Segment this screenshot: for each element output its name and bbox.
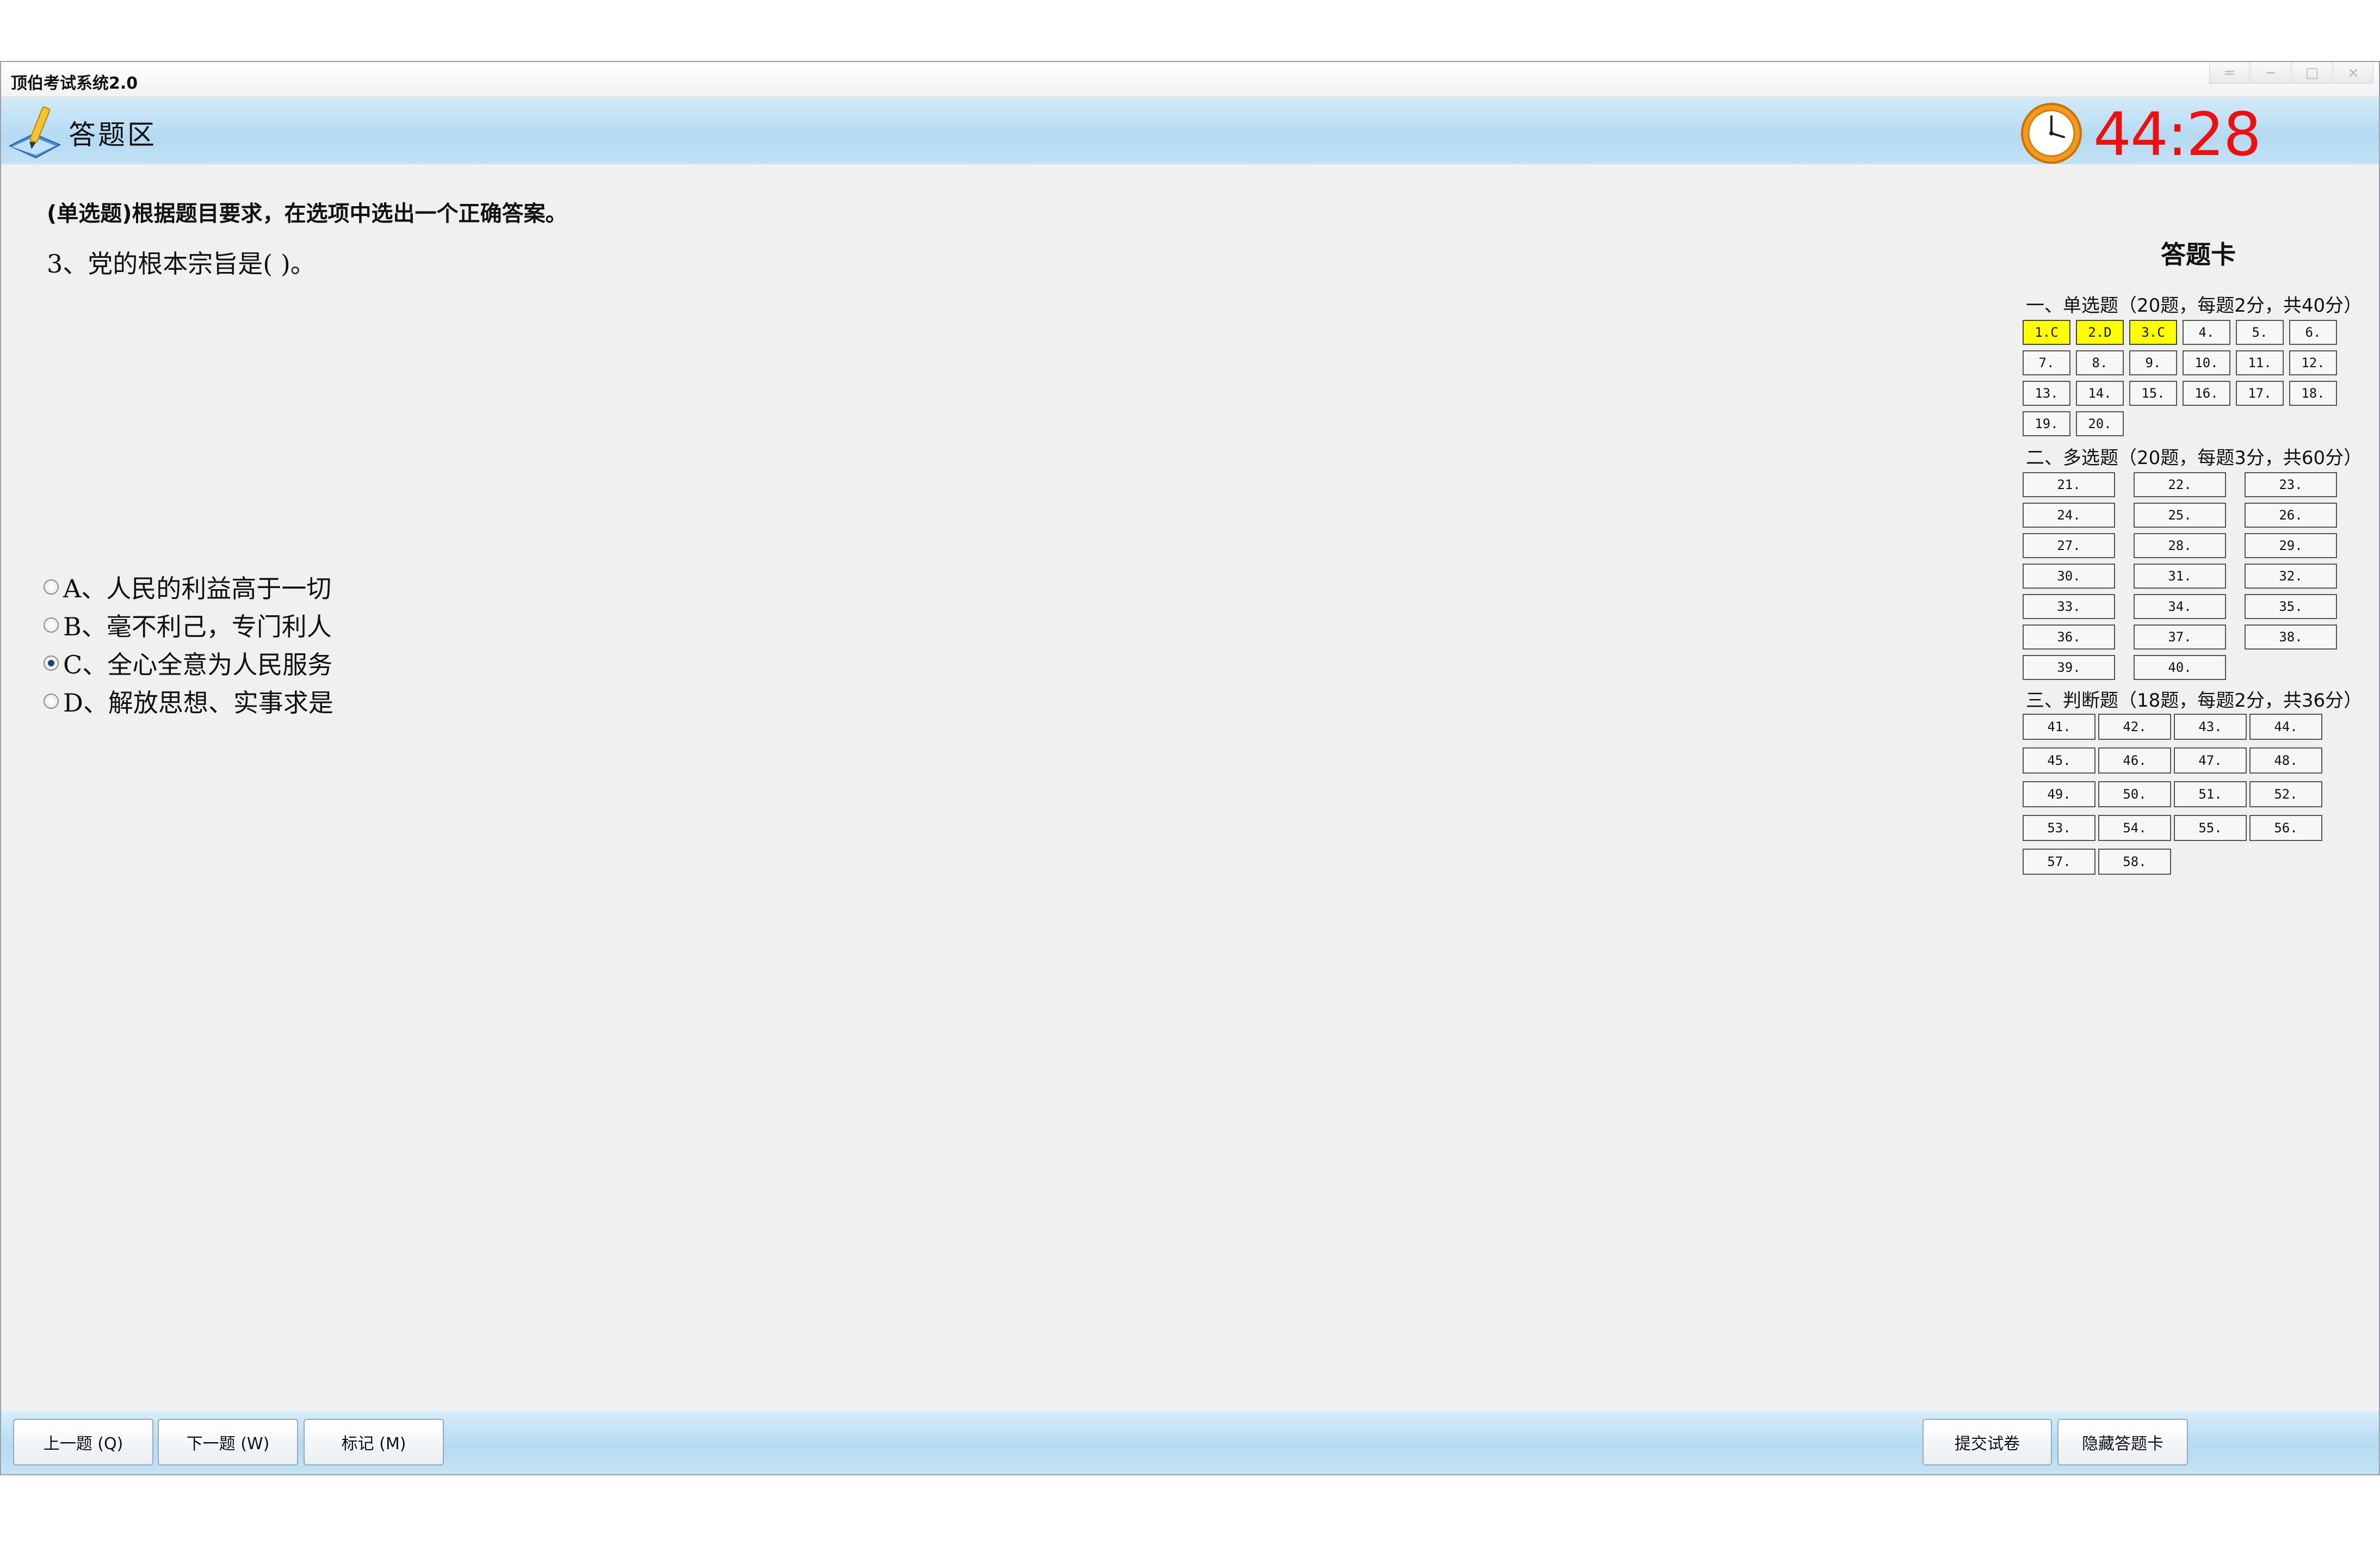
option-label: B、毫不利己，专门利人 [63,612,332,641]
question-cell[interactable]: 14. [2076,381,2124,406]
question-cell[interactable]: 12. [2289,350,2337,375]
prev-question-button[interactable]: 上一题 (Q) [13,1419,153,1466]
question-cell[interactable]: 29. [2245,533,2337,558]
menu-icon[interactable]: = [2209,62,2249,84]
question-cell[interactable]: 20. [2076,411,2124,436]
question-cell[interactable]: 21. [2023,472,2115,497]
multiple-choice-grid: 21. 22. 23. 24. 25. 26. 27. 28. 29. 30. 31. 32. 33. 3… [2023,472,2337,680]
option-label: A、人民的利益高于一切 [63,574,332,603]
question-cell[interactable]: 6. [2289,320,2337,345]
option-c[interactable]: C、全心全意为人民服务 [44,644,333,682]
question-cell[interactable]: 49. [2023,781,2095,807]
radio-button[interactable] [44,617,59,633]
radio-button[interactable] [44,694,59,709]
question-cell[interactable]: 39. [2023,655,2115,680]
question-cell[interactable]: 46. [2098,747,2171,774]
question-cell[interactable]: 47. [2174,747,2247,774]
question-instruction: (单选题)根据题目要求，在选项中选出一个正确答案。 [47,201,567,226]
question-cell[interactable]: 7. [2023,350,2070,375]
question-cell[interactable]: 25. [2134,503,2226,528]
question-cell[interactable]: 10. [2183,350,2230,375]
title-bar: 顶伯考试系统2.0 = − □ × [1,62,2379,97]
option-label: D、解放思想、实事求是 [63,688,333,718]
question-cell[interactable]: 23. [2245,472,2337,497]
question-cell[interactable]: 55. [2174,815,2247,841]
question-cell[interactable]: 22. [2134,472,2226,497]
option-b[interactable]: B、毫不利己，专门利人 [44,606,333,644]
question-cell[interactable]: 4. [2183,320,2230,345]
question-cell[interactable]: 42. [2098,714,2171,740]
question-cell[interactable]: 40. [2134,655,2226,680]
hide-answer-card-button[interactable]: 隐藏答题卡 [2057,1419,2188,1466]
question-cell[interactable]: 32. [2245,564,2337,589]
question-cell[interactable]: 58. [2098,849,2171,875]
option-a[interactable]: A、人民的利益高于一切 [44,568,333,606]
radio-button[interactable] [44,579,59,595]
question-cell[interactable]: 18. [2289,381,2337,406]
question-cell[interactable]: 5. [2236,320,2284,345]
window-controls: = − □ × [2208,62,2373,84]
section-title-multiple: 二、多选题（20题，每题3分，共60分） [2026,447,2363,469]
question-cell[interactable]: 1.C [2023,320,2070,345]
question-cell[interactable]: 19. [2023,411,2070,436]
question-cell[interactable]: 15. [2129,381,2177,406]
section-title-judgment: 三、判断题（18题，每题2分，共36分） [2026,690,2363,712]
area-title: 答题区 [69,119,157,151]
question-text: 3、党的根本宗旨是( )。 [47,249,316,279]
question-cell[interactable]: 56. [2249,815,2322,841]
question-cell[interactable]: 16. [2183,381,2230,406]
minimize-icon[interactable]: − [2251,62,2291,84]
question-cell[interactable]: 28. [2134,533,2226,558]
pencil-book-icon [8,106,61,159]
question-cell[interactable]: 30. [2023,564,2115,589]
question-cell[interactable]: 51. [2174,781,2247,807]
footer-toolbar: 上一题 (Q) 下一题 (W) 标记 (M) 提交试卷 隐藏答题卡 [1,1411,2379,1474]
question-cell[interactable]: 37. [2134,625,2226,650]
judgment-grid: 41. 42. 43. 44. 45. 46. 47. 48. 49. 50. 51. 52. 53. 5… [2023,714,2322,875]
question-cell[interactable]: 24. [2023,503,2115,528]
answer-options: A、人民的利益高于一切 B、毫不利己，专门利人 C、全心全意为人民服务 D、解放思想、… [44,568,333,720]
question-cell[interactable]: 9. [2129,350,2177,375]
question-cell[interactable]: 31. [2134,564,2226,589]
app-title: 顶伯考试系统2.0 [11,74,138,93]
answer-card-title: 答题卡 [2161,240,2236,269]
question-cell[interactable]: 3.C [2129,320,2177,345]
question-cell[interactable]: 33. [2023,594,2115,619]
question-cell[interactable]: 36. [2023,625,2115,650]
question-cell[interactable]: 45. [2023,747,2095,774]
countdown-timer: 44:28 [2093,100,2261,169]
exam-window: 顶伯考试系统2.0 = − □ × 答题区 44:28 (单选题)根据题目要求，… [0,61,2380,1475]
question-cell[interactable]: 50. [2098,781,2171,807]
question-cell[interactable]: 35. [2245,594,2337,619]
radio-button[interactable] [44,656,59,671]
maximize-icon[interactable]: □ [2292,62,2332,84]
question-cell[interactable]: 8. [2076,350,2124,375]
question-cell[interactable]: 38. [2245,625,2337,650]
clock-icon [2021,103,2082,164]
question-cell[interactable]: 43. [2174,714,2247,740]
next-question-button[interactable]: 下一题 (W) [158,1419,298,1466]
question-cell[interactable]: 13. [2023,381,2070,406]
question-cell[interactable]: 44. [2249,714,2322,740]
close-icon[interactable]: × [2333,62,2373,84]
single-choice-grid: 1.C 2.D 3.C 4. 5. 6. 7. 8. 9. 10. 11. 12. 13. 14. 15. 1… [2023,320,2337,436]
mark-question-button[interactable]: 标记 (M) [304,1419,444,1466]
question-cell[interactable]: 27. [2023,533,2115,558]
header-band: 答题区 44:28 [1,98,2379,164]
question-cell[interactable]: 17. [2236,381,2284,406]
question-cell[interactable]: 2.D [2076,320,2124,345]
question-cell[interactable]: 53. [2023,815,2095,841]
question-cell[interactable]: 34. [2134,594,2226,619]
question-cell[interactable]: 41. [2023,714,2095,740]
submit-exam-button[interactable]: 提交试卷 [1922,1419,2052,1466]
question-cell[interactable]: 26. [2245,503,2337,528]
option-label: C、全心全意为人民服务 [63,650,333,679]
question-cell[interactable]: 52. [2249,781,2322,807]
question-cell[interactable]: 54. [2098,815,2171,841]
section-title-single: 一、单选题（20题，每题2分，共40分） [2026,295,2363,317]
question-cell[interactable]: 11. [2236,350,2284,375]
option-d[interactable]: D、解放思想、实事求是 [44,682,333,720]
question-cell[interactable]: 48. [2249,747,2322,774]
question-cell[interactable]: 57. [2023,849,2095,875]
